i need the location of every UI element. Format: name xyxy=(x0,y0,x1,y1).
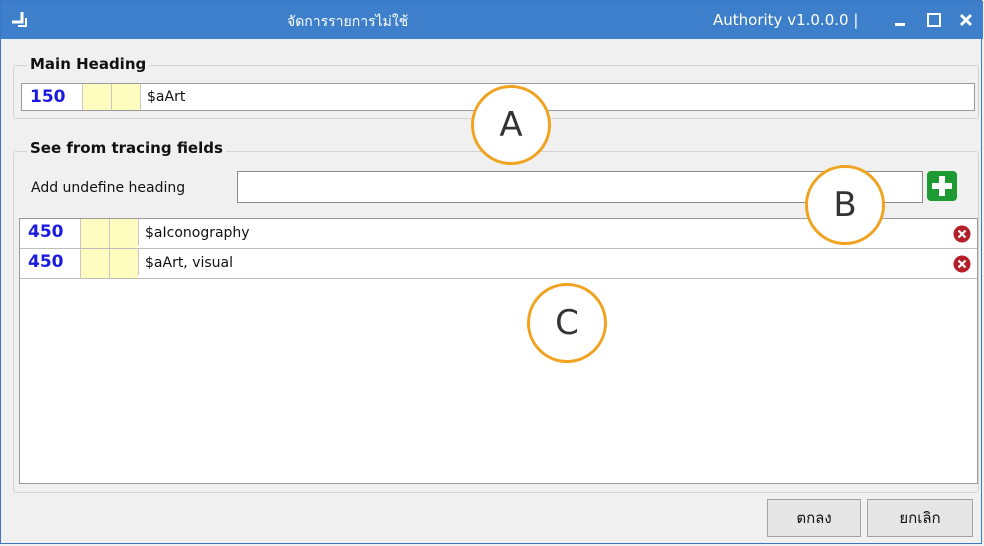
callout-a: A xyxy=(471,85,551,165)
table-row: 450 $aArt, visual xyxy=(20,249,977,279)
ok-button[interactable]: ตกลง xyxy=(767,499,861,537)
indicator-1[interactable] xyxy=(80,249,109,278)
field-tag: 450 xyxy=(28,222,64,242)
field-value[interactable]: $aArt, visual xyxy=(138,249,233,275)
field-value[interactable]: $aArt xyxy=(140,84,185,110)
minimize-icon[interactable] xyxy=(888,7,912,33)
field-value[interactable]: $aIconography xyxy=(138,219,250,245)
indicator-1[interactable] xyxy=(82,84,111,110)
delete-icon[interactable] xyxy=(953,225,971,243)
field-tag: 450 xyxy=(28,252,64,272)
indicator-2[interactable] xyxy=(109,249,138,278)
dialog-window: จัดการรายการไม่ใช้ Authority v1.0.0.0 | … xyxy=(0,0,983,544)
add-heading-button[interactable] xyxy=(927,171,957,201)
callout-b: B xyxy=(805,165,885,245)
window-title: จัดการรายการไม่ใช้ xyxy=(287,14,409,30)
title-bar[interactable]: จัดการรายการไม่ใช้ Authority v1.0.0.0 | xyxy=(1,1,983,39)
plus-icon xyxy=(927,171,957,201)
indicator-2[interactable] xyxy=(109,219,138,248)
cancel-button[interactable]: ยกเลิก xyxy=(867,499,973,537)
field-tag: 150 xyxy=(30,87,66,107)
app-icon xyxy=(9,9,31,31)
see-from-legend: See from tracing fields xyxy=(27,139,226,157)
close-icon[interactable] xyxy=(954,7,978,33)
indicator-2[interactable] xyxy=(111,84,140,110)
callout-c: C xyxy=(527,283,607,363)
main-heading-legend: Main Heading xyxy=(27,55,150,73)
delete-icon[interactable] xyxy=(953,255,971,273)
app-version: Authority v1.0.0.0 | xyxy=(713,11,859,29)
maximize-icon[interactable] xyxy=(922,7,946,33)
tracing-field-list: 450 $aIconography 450 $aArt, visual xyxy=(19,218,978,484)
add-heading-label: Add undefine heading xyxy=(31,180,186,196)
indicator-1[interactable] xyxy=(80,219,109,248)
